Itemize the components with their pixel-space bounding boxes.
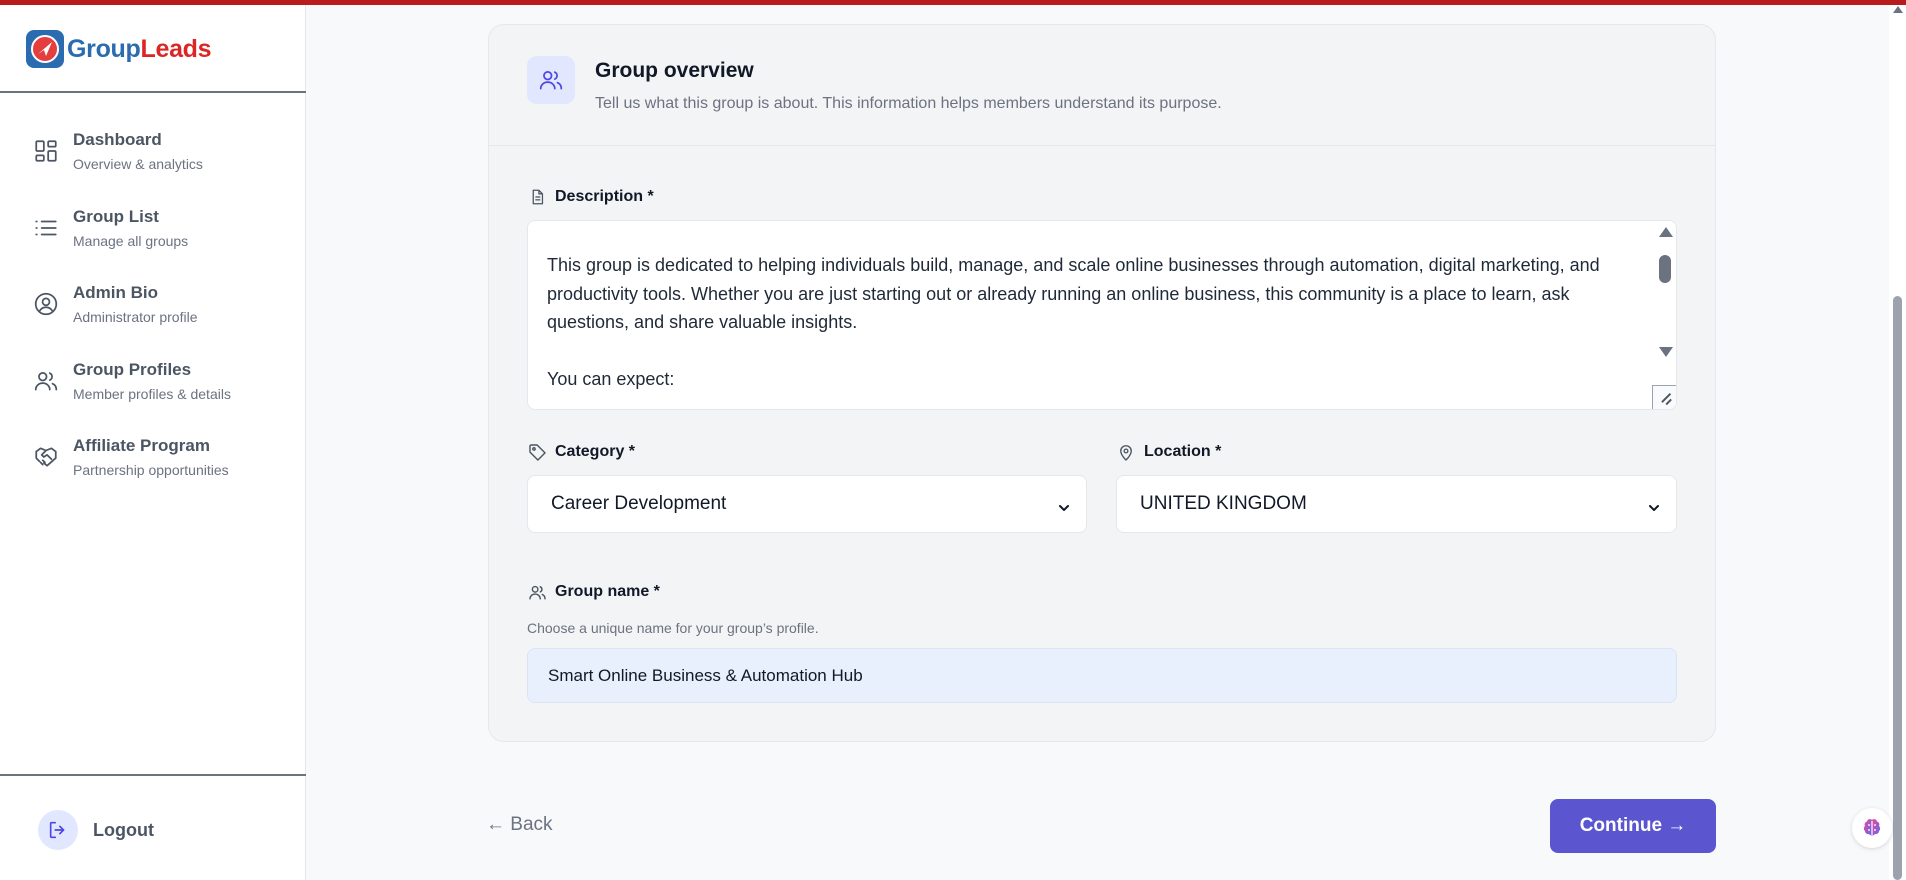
sidebar-nav: Dashboard Overview & analytics Group Lis…	[0, 120, 306, 503]
description-label: Description *	[527, 187, 654, 207]
location-selected-value: UNITED KINGDOM	[1140, 493, 1307, 514]
category-select[interactable]: Career Development	[527, 475, 1087, 533]
chevron-down-icon	[1648, 498, 1660, 511]
sidebar-item-admin-bio[interactable]: Admin Bio Administrator profile	[0, 273, 306, 350]
tag-icon	[527, 442, 547, 462]
sidebar-item-label: Group List	[73, 206, 159, 226]
group-name-input[interactable]: Smart Online Business & Automation Hub	[527, 648, 1677, 703]
page-subtitle: Tell us what this group is about. This i…	[595, 95, 1222, 112]
page-title: Group overview	[595, 59, 754, 82]
logout-divider	[0, 774, 306, 776]
brand-divider	[0, 91, 306, 93]
group-name-help: Choose a unique name for your group’s pr…	[527, 620, 819, 636]
top-accent-bar	[0, 0, 1906, 5]
sidebar-item-label: Dashboard	[73, 130, 162, 149]
location-label: Location *	[1116, 442, 1221, 462]
brand-name-part1: Group	[67, 34, 141, 63]
group-overview-card: Group overview Tell us what this group i…	[488, 24, 1716, 742]
continue-button[interactable]: Continue →	[1550, 799, 1716, 853]
map-pin-icon	[1116, 442, 1136, 462]
sidebar-item-group-profiles[interactable]: Group Profiles Member profiles & details	[0, 350, 306, 427]
logout-button[interactable]: Logout	[38, 810, 154, 850]
user-circle-icon	[33, 291, 59, 317]
sidebar-item-affiliate-program[interactable]: Affiliate Program Partnership opportunit…	[0, 426, 306, 503]
scroll-down-arrow-icon[interactable]	[1659, 347, 1673, 357]
brand-name: GroupLeads	[67, 34, 212, 64]
sidebar-item-subtitle: Overview & analytics	[73, 156, 203, 172]
card-header: Group overview Tell us what this group i…	[489, 25, 1715, 146]
sidebar-item-group-list[interactable]: Group List Manage all groups	[0, 197, 306, 274]
sidebar-item-label: Admin Bio	[73, 283, 158, 302]
scroll-thumb[interactable]	[1893, 296, 1902, 880]
back-button[interactable]: ← Back	[486, 814, 553, 836]
logout-icon	[38, 810, 78, 850]
users-icon	[527, 56, 575, 104]
group-name-value: Smart Online Business & Automation Hub	[548, 665, 863, 685]
location-select[interactable]: UNITED KINGDOM	[1116, 475, 1677, 533]
scroll-thumb[interactable]	[1659, 255, 1671, 283]
scroll-up-arrow-icon[interactable]	[1659, 227, 1673, 237]
document-icon	[527, 187, 547, 207]
sidebar-item-subtitle: Partnership opportunities	[73, 462, 229, 478]
location-label-text: Location *	[1144, 443, 1222, 460]
chevron-down-icon	[1058, 498, 1070, 511]
group-name-label-text: Group name *	[555, 583, 660, 600]
category-label: Category *	[527, 442, 635, 462]
description-textarea[interactable]: This group is dedicated to helping indiv…	[527, 220, 1677, 410]
handshake-icon	[33, 444, 59, 470]
brand-logo[interactable]: GroupLeads	[26, 30, 212, 68]
category-label-text: Category *	[555, 443, 636, 460]
users-icon	[527, 582, 547, 602]
description-scrollbar[interactable]	[1654, 221, 1676, 409]
logout-label: Logout	[93, 819, 154, 840]
brand-name-part2: Leads	[140, 34, 212, 63]
sidebar-item-label: Affiliate Program	[73, 436, 210, 455]
sidebar-item-label: Group Profiles	[73, 359, 192, 379]
sidebar-item-subtitle: Member profiles & details	[73, 385, 231, 402]
page-scrollbar[interactable]	[1889, 0, 1906, 880]
compass-logo-icon	[26, 30, 64, 68]
description-text: This group is dedicated to helping indiv…	[547, 255, 1600, 389]
resize-handle-icon[interactable]	[1652, 385, 1676, 409]
list-icon	[33, 215, 59, 241]
sidebar-item-dashboard[interactable]: Dashboard Overview & analytics	[0, 120, 306, 197]
sidebar-item-subtitle: Administrator profile	[73, 309, 198, 325]
sidebar-item-subtitle: Manage all groups	[73, 232, 189, 249]
category-selected-value: Career Development	[551, 493, 727, 514]
group-name-label: Group name *	[527, 582, 660, 602]
description-label-text: Description *	[555, 188, 654, 205]
sidebar: GroupLeads Dashboard Overview & analytic…	[0, 0, 306, 880]
scroll-up-arrow-icon[interactable]	[1893, 6, 1903, 13]
brain-assistant-icon[interactable]	[1852, 808, 1892, 848]
dashboard-grid-icon	[33, 138, 59, 164]
users-icon	[33, 368, 59, 394]
